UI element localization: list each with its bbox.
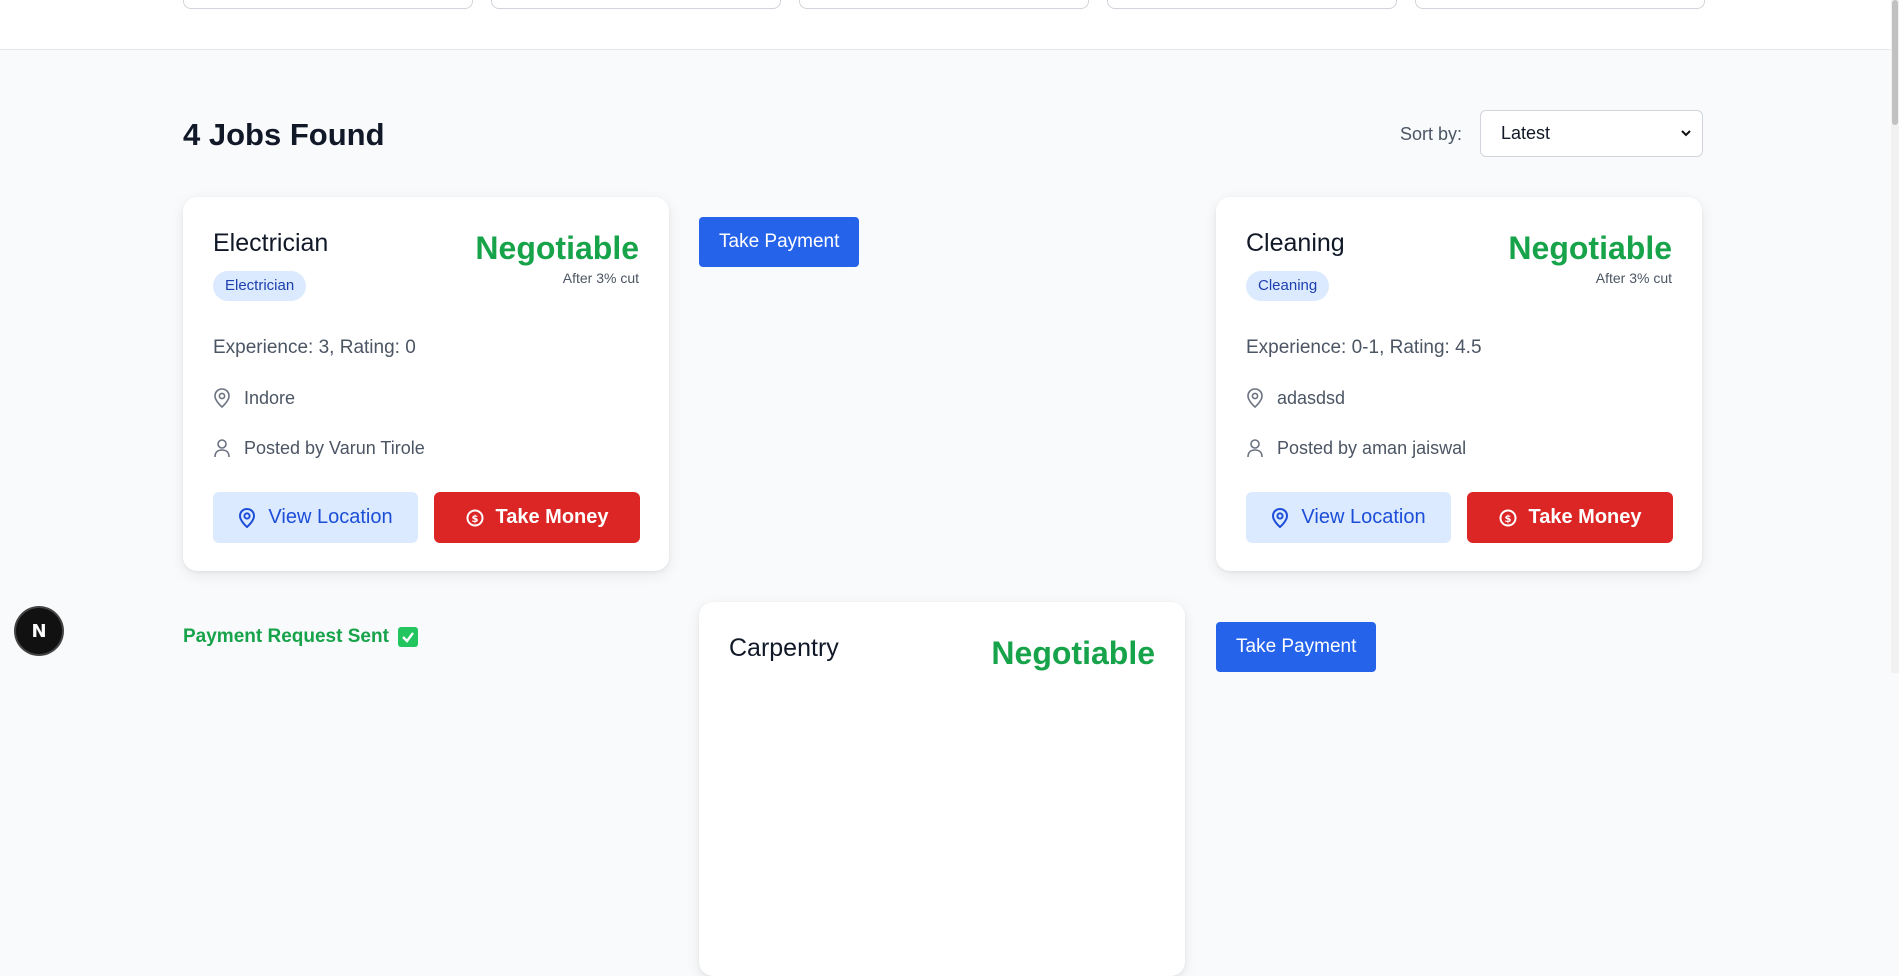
job-location: Indore bbox=[244, 387, 296, 408]
job-title: Electrician bbox=[213, 229, 329, 257]
job-posted-by: Posted by Varun Tirole bbox=[244, 437, 425, 458]
view-location-label: View Location bbox=[268, 506, 393, 528]
take-money-button[interactable]: $ Take Money bbox=[434, 492, 640, 543]
user-icon bbox=[213, 437, 235, 459]
filter-field-4[interactable] bbox=[1107, 0, 1397, 9]
job-experience-rating: Experience: 3, Rating: 0 bbox=[213, 337, 416, 358]
take-payment-button[interactable]: Take Payment bbox=[699, 217, 860, 267]
take-money-button[interactable]: $ Take Money bbox=[1467, 492, 1673, 543]
map-pin-icon bbox=[1271, 507, 1289, 528]
job-experience-rating: Experience: 0-1, Rating: 4.5 bbox=[1246, 337, 1482, 358]
nextjs-logo-letter: N bbox=[31, 621, 46, 642]
job-location-row: adasdsd bbox=[1246, 387, 1345, 409]
job-category-tag: Cleaning bbox=[1246, 271, 1330, 301]
view-location-button[interactable]: View Location bbox=[1246, 492, 1451, 543]
job-price-note: After 3% cut bbox=[1595, 270, 1672, 286]
take-money-label: Take Money bbox=[495, 506, 609, 528]
dollar-circle-icon: $ bbox=[466, 509, 484, 527]
job-location: adasdsd bbox=[1277, 387, 1346, 408]
filter-field-5[interactable] bbox=[1415, 0, 1705, 9]
filter-field-2[interactable] bbox=[491, 0, 781, 9]
sort-select-value: Latest bbox=[1501, 123, 1551, 143]
view-location-button[interactable]: View Location bbox=[213, 492, 418, 543]
job-location-row: Indore bbox=[213, 387, 295, 409]
job-poster-row: Posted by aman jaiswal bbox=[1246, 437, 1466, 459]
scrollbar-thumb[interactable] bbox=[1892, 0, 1898, 125]
take-payment-button[interactable]: Take Payment bbox=[1216, 622, 1377, 672]
job-title: Carpentry bbox=[729, 634, 839, 662]
user-icon bbox=[1246, 437, 1268, 459]
job-card: Electrician Electrician Negotiable After… bbox=[183, 197, 669, 571]
job-posted-by: Posted by aman jaiswal bbox=[1277, 437, 1467, 458]
payment-request-status: Payment Request Sent bbox=[183, 626, 418, 648]
checkmark-icon bbox=[397, 627, 418, 647]
view-location-label: View Location bbox=[1301, 506, 1426, 528]
job-price: Negotiable bbox=[1508, 230, 1672, 266]
map-pin-icon bbox=[1246, 387, 1268, 409]
sort-select[interactable]: Latest bbox=[1480, 110, 1703, 157]
nextjs-dev-indicator-icon[interactable]: N bbox=[16, 608, 62, 654]
map-pin-icon bbox=[213, 387, 235, 409]
job-card: Cleaning Cleaning Negotiable After 3% cu… bbox=[1216, 197, 1702, 571]
job-poster-row: Posted by Varun Tirole bbox=[213, 437, 425, 459]
job-price: Negotiable bbox=[475, 230, 639, 266]
take-money-label: Take Money bbox=[1528, 506, 1642, 528]
job-title: Cleaning bbox=[1246, 229, 1345, 257]
svg-text:$: $ bbox=[471, 514, 478, 525]
filter-field-1[interactable] bbox=[183, 0, 473, 9]
map-pin-icon bbox=[238, 507, 256, 528]
svg-text:$: $ bbox=[1504, 514, 1511, 525]
payment-request-text: Payment Request Sent bbox=[183, 626, 389, 647]
sort-label: Sort by: bbox=[1400, 124, 1463, 144]
job-price: Negotiable bbox=[991, 635, 1155, 671]
page-scrollbar[interactable] bbox=[1891, 0, 1899, 673]
job-price-note: After 3% cut bbox=[562, 270, 639, 286]
dollar-circle-icon: $ bbox=[1499, 509, 1517, 527]
job-card: Carpentry Negotiable bbox=[699, 602, 1185, 976]
chevron-down-icon bbox=[1680, 123, 1692, 144]
jobs-found-heading: 4 Jobs Found bbox=[183, 117, 385, 152]
filter-bar bbox=[0, 0, 1899, 50]
filter-field-3[interactable] bbox=[799, 0, 1089, 9]
job-category-tag: Electrician bbox=[213, 271, 307, 301]
